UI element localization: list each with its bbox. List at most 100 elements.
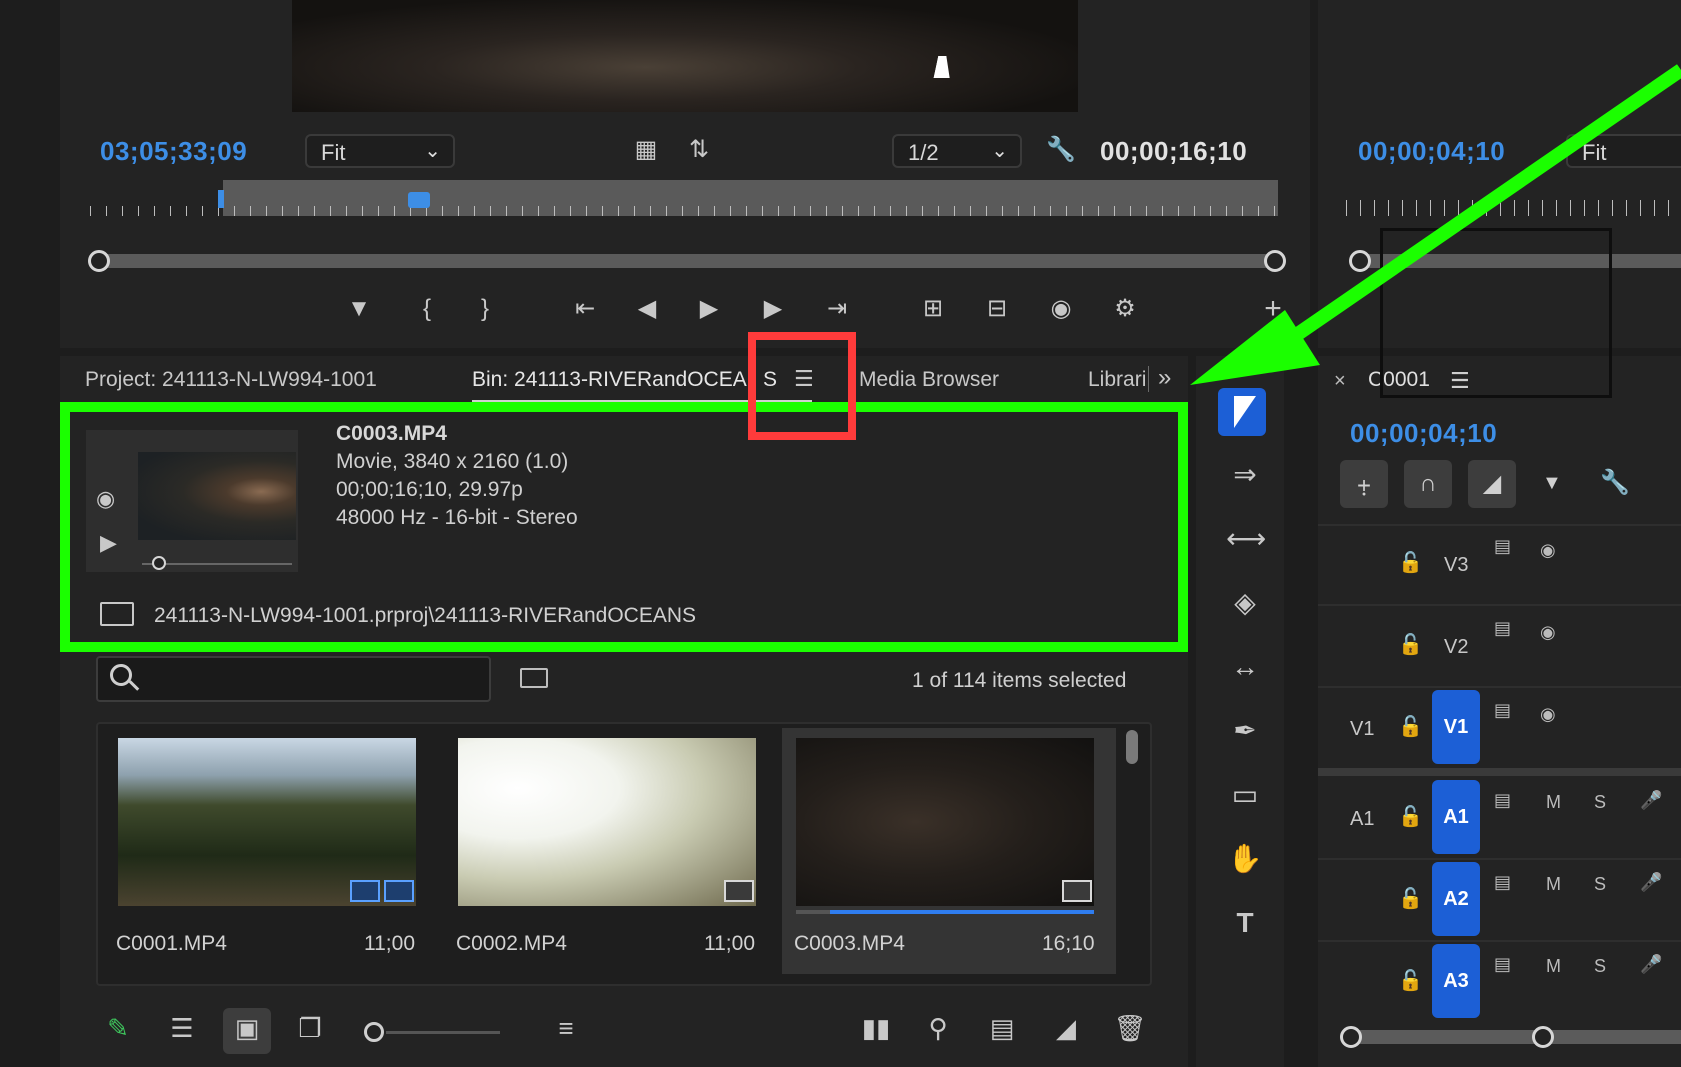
pen-tool-icon[interactable]: ✒ bbox=[1226, 712, 1264, 750]
mark-in-icon[interactable]: { bbox=[410, 292, 444, 326]
type-tool-icon[interactable]: T bbox=[1226, 904, 1264, 942]
timeline-timecode[interactable]: 00;00;04;10 bbox=[1350, 418, 1497, 449]
source-patch-a1[interactable]: A1 bbox=[1350, 808, 1374, 831]
microphone-icon[interactable]: 🎤 bbox=[1640, 954, 1662, 975]
mute-button[interactable]: M bbox=[1546, 956, 1561, 977]
audio-waveform-icon[interactable]: ⇅ bbox=[682, 133, 716, 167]
trash-icon[interactable]: 🗑 bbox=[1110, 1013, 1150, 1044]
lock-icon[interactable]: 🔓 bbox=[1398, 632, 1423, 657]
tab-libraries[interactable]: Librari bbox=[1088, 368, 1146, 392]
settings-gear-icon[interactable]: ⚙ bbox=[1108, 292, 1142, 326]
rectangle-tool-icon[interactable]: ▭ bbox=[1226, 776, 1264, 814]
go-to-out-icon[interactable]: ⇥ bbox=[820, 292, 854, 326]
razor-icon[interactable]: ◈ bbox=[1226, 584, 1264, 622]
ripple-edit-icon[interactable]: ⟷ bbox=[1226, 520, 1266, 558]
track-target-a3[interactable]: A3 bbox=[1432, 944, 1480, 1018]
eye-icon[interactable]: ◉ bbox=[1540, 540, 1556, 561]
track-divider bbox=[1318, 940, 1681, 942]
sort-icon[interactable]: ≡ bbox=[546, 1013, 586, 1044]
icon-view-icon: ▣ bbox=[234, 1013, 260, 1043]
microphone-icon[interactable]: 🎤 bbox=[1640, 790, 1662, 811]
insert-icon[interactable]: ⊞ bbox=[916, 292, 950, 326]
source-playhead[interactable] bbox=[408, 192, 430, 208]
play-icon[interactable]: ▶ bbox=[692, 292, 726, 326]
sync-lock-icon[interactable]: ▤ bbox=[1494, 790, 1511, 811]
automate-to-sequence-icon[interactable]: ▮▮ bbox=[856, 1013, 896, 1044]
search-input[interactable] bbox=[96, 656, 491, 702]
source-scroll-handle-left[interactable] bbox=[88, 250, 110, 272]
pencil-icon[interactable]: ✎ bbox=[98, 1013, 138, 1044]
list-item[interactable]: C0002.MP4 11;00 bbox=[444, 728, 778, 968]
lock-icon[interactable]: 🔓 bbox=[1398, 550, 1423, 575]
lock-icon[interactable]: 🔓 bbox=[1398, 968, 1423, 993]
list-view-icon[interactable]: ☰ bbox=[162, 1013, 202, 1044]
source-in-point-marker[interactable] bbox=[218, 190, 224, 208]
thumbnail-size-slider-track[interactable] bbox=[386, 1031, 500, 1034]
mark-out-icon[interactable]: } bbox=[468, 292, 502, 326]
wrench-icon[interactable]: 🔧 bbox=[1600, 468, 1630, 497]
video-audio-divider[interactable] bbox=[1318, 768, 1681, 776]
step-back-icon[interactable]: ◀ bbox=[630, 292, 664, 326]
list-item-selected[interactable]: C0003.MP4 16;10 bbox=[782, 728, 1116, 974]
timeline-zoom-scrollbar[interactable] bbox=[1350, 1030, 1681, 1044]
track-select-forward-icon[interactable]: ⇒ bbox=[1226, 456, 1264, 494]
track-target-a1[interactable]: A1 bbox=[1432, 780, 1480, 854]
grid-scrollbar-thumb[interactable] bbox=[1126, 730, 1138, 764]
nest-button[interactable]: ⨥ bbox=[1340, 460, 1388, 508]
source-zoom-dropdown[interactable]: Fit ⌄ bbox=[305, 134, 455, 168]
tab-bin[interactable]: Bin: 241113-RIVERandOCEA bbox=[472, 368, 747, 392]
eye-icon[interactable]: ◉ bbox=[1540, 704, 1556, 725]
freeform-view-icon[interactable]: ❐ bbox=[290, 1013, 330, 1044]
sync-lock-icon[interactable]: ▤ bbox=[1494, 536, 1511, 557]
source-patch-v1[interactable]: V1 bbox=[1350, 718, 1374, 741]
lock-icon[interactable]: 🔓 bbox=[1398, 714, 1423, 739]
sync-lock-icon[interactable]: ▤ bbox=[1494, 954, 1511, 975]
source-zoom-scrollbar[interactable] bbox=[100, 254, 1272, 268]
add-marker-icon[interactable]: ▼ bbox=[1542, 472, 1562, 495]
film-strip-icon[interactable]: ▦ bbox=[629, 133, 663, 167]
track-divider bbox=[1318, 686, 1681, 688]
timeline-scroll-handle-right[interactable] bbox=[1532, 1026, 1554, 1048]
linked-selection-button[interactable]: ◢ bbox=[1468, 460, 1516, 508]
lock-icon[interactable]: 🔓 bbox=[1398, 804, 1423, 829]
hand-tool-icon[interactable]: ✋ bbox=[1226, 840, 1264, 878]
slip-tool-icon[interactable]: ↔ bbox=[1226, 648, 1264, 686]
mute-button[interactable]: M bbox=[1546, 792, 1561, 813]
solo-button[interactable]: S bbox=[1594, 956, 1606, 977]
source-resolution-dropdown[interactable]: 1/2 ⌄ bbox=[892, 134, 1022, 168]
wrench-icon[interactable]: 🔧 bbox=[1044, 133, 1078, 167]
track-target-v1[interactable]: V1 bbox=[1432, 690, 1480, 764]
go-to-in-icon[interactable]: ⇤ bbox=[568, 292, 602, 326]
sync-lock-icon[interactable]: ▤ bbox=[1494, 700, 1511, 721]
snap-magnet-button[interactable]: ∩ bbox=[1404, 460, 1452, 508]
source-playhead-timecode[interactable]: 03;05;33;09 bbox=[100, 136, 247, 167]
step-forward-icon[interactable]: ▶ bbox=[756, 292, 790, 326]
tab-project[interactable]: Project: 241113-N-LW994-1001 bbox=[85, 368, 377, 392]
clip-progress-fill bbox=[830, 910, 1094, 914]
source-time-ruler[interactable] bbox=[90, 180, 1278, 216]
overwrite-icon[interactable]: ⊟ bbox=[980, 292, 1014, 326]
sync-lock-icon[interactable]: ▤ bbox=[1494, 872, 1511, 893]
new-item-icon[interactable]: ◢ bbox=[1046, 1013, 1086, 1044]
track-target-v2[interactable]: V2 bbox=[1444, 636, 1468, 659]
add-marker-icon[interactable]: ▼ bbox=[342, 292, 376, 326]
microphone-icon[interactable]: 🎤 bbox=[1640, 872, 1662, 893]
list-item[interactable]: C0001.MP4 11;00 bbox=[104, 728, 438, 968]
track-target-a2[interactable]: A2 bbox=[1432, 862, 1480, 936]
clip-name: C0002.MP4 bbox=[456, 932, 567, 955]
find-icon[interactable]: ⚲ bbox=[918, 1013, 958, 1044]
highlight-red-rectangle bbox=[748, 332, 856, 440]
mute-button[interactable]: M bbox=[1546, 874, 1561, 895]
sync-lock-icon[interactable]: ▤ bbox=[1494, 618, 1511, 639]
solo-button[interactable]: S bbox=[1594, 874, 1606, 895]
tab-media-browser[interactable]: Media Browser bbox=[859, 368, 999, 392]
new-bin-folder-icon[interactable]: ▤ bbox=[982, 1013, 1022, 1044]
track-target-v3[interactable]: V3 bbox=[1444, 554, 1468, 577]
timeline-scroll-handle-left[interactable] bbox=[1340, 1026, 1362, 1048]
lock-icon[interactable]: 🔓 bbox=[1398, 886, 1423, 911]
export-frame-camera-icon[interactable]: ◉ bbox=[1044, 292, 1078, 326]
eye-icon[interactable]: ◉ bbox=[1540, 622, 1556, 643]
thumbnail-size-slider-handle[interactable] bbox=[364, 1022, 384, 1042]
find-in-bin-icon[interactable] bbox=[520, 668, 548, 688]
solo-button[interactable]: S bbox=[1594, 792, 1606, 813]
